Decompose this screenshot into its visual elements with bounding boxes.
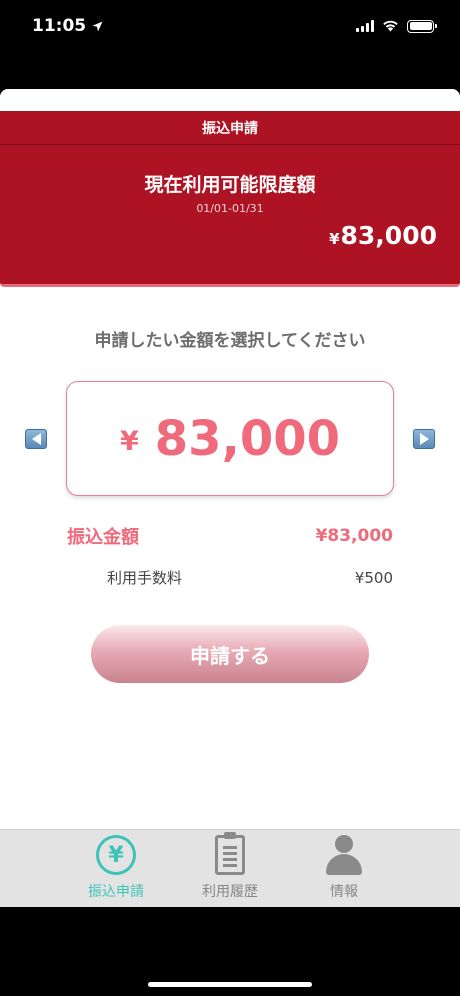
fee-row: 利用手数料 ¥500 <box>107 567 393 588</box>
status-bar: 11:05 <box>0 0 460 52</box>
person-icon <box>326 835 362 875</box>
status-time-group: 11:05 <box>32 16 103 36</box>
amount-display: ¥ 83,000 <box>66 381 394 496</box>
transfer-amount-label: 振込金額 <box>67 527 139 548</box>
amount-selector: ¥ 83,000 <box>0 381 460 497</box>
limit-period: 01/01-01/31 <box>196 202 264 215</box>
limit-title: 現在利用可能限度額 <box>144 174 316 196</box>
yen-circle-icon: ¥ <box>96 835 136 875</box>
transfer-amount-row: 振込金額 ¥83,000 <box>67 523 393 549</box>
clipboard-icon <box>215 832 245 875</box>
amount-prompt: 申請したい金額を選択してください <box>94 331 366 351</box>
submit-button[interactable]: 申請する <box>91 625 369 683</box>
tab-info[interactable]: 情報 <box>287 830 401 907</box>
limit-currency: ¥ <box>329 230 340 248</box>
home-indicator[interactable] <box>148 982 312 987</box>
tab-label: 利用履歴 <box>202 884 258 900</box>
fee-label: 利用手数料 <box>107 569 183 587</box>
status-time: 11:05 <box>32 16 87 36</box>
battery-icon <box>407 19 437 33</box>
top-strip <box>0 89 460 111</box>
cellular-signal-icon <box>356 20 374 32</box>
location-arrow-icon <box>92 21 103 31</box>
tab-label: 情報 <box>330 884 358 900</box>
limit-amount: ¥ 83,000 <box>329 221 437 250</box>
tab-label: 振込申請 <box>88 884 144 900</box>
amount-currency: ¥ <box>119 426 139 457</box>
arrow-left-icon <box>31 433 41 445</box>
page-title: 振込申請 <box>0 111 460 145</box>
amount-value: 83,000 <box>154 410 341 467</box>
limit-amount-value: 83,000 <box>340 221 437 250</box>
limit-header: 振込申請 現在利用可能限度額 01/01-01/31 ¥ 83,000 <box>0 111 460 287</box>
status-icons <box>356 19 437 33</box>
arrow-right-icon <box>419 433 429 445</box>
tab-transfer-request[interactable]: ¥ 振込申請 <box>59 830 173 907</box>
fee-value: ¥500 <box>354 568 393 587</box>
transfer-amount-value: ¥83,000 <box>315 526 393 546</box>
tab-usage-history[interactable]: 利用履歴 <box>173 830 287 907</box>
previous-amount-button[interactable] <box>25 429 47 449</box>
wifi-icon <box>383 20 398 32</box>
tab-bar: ¥ 振込申請 利用履歴 情報 <box>0 829 460 907</box>
app-screen: 振込申請 現在利用可能限度額 01/01-01/31 ¥ 83,000 申請した… <box>0 89 460 907</box>
next-amount-button[interactable] <box>413 429 435 449</box>
